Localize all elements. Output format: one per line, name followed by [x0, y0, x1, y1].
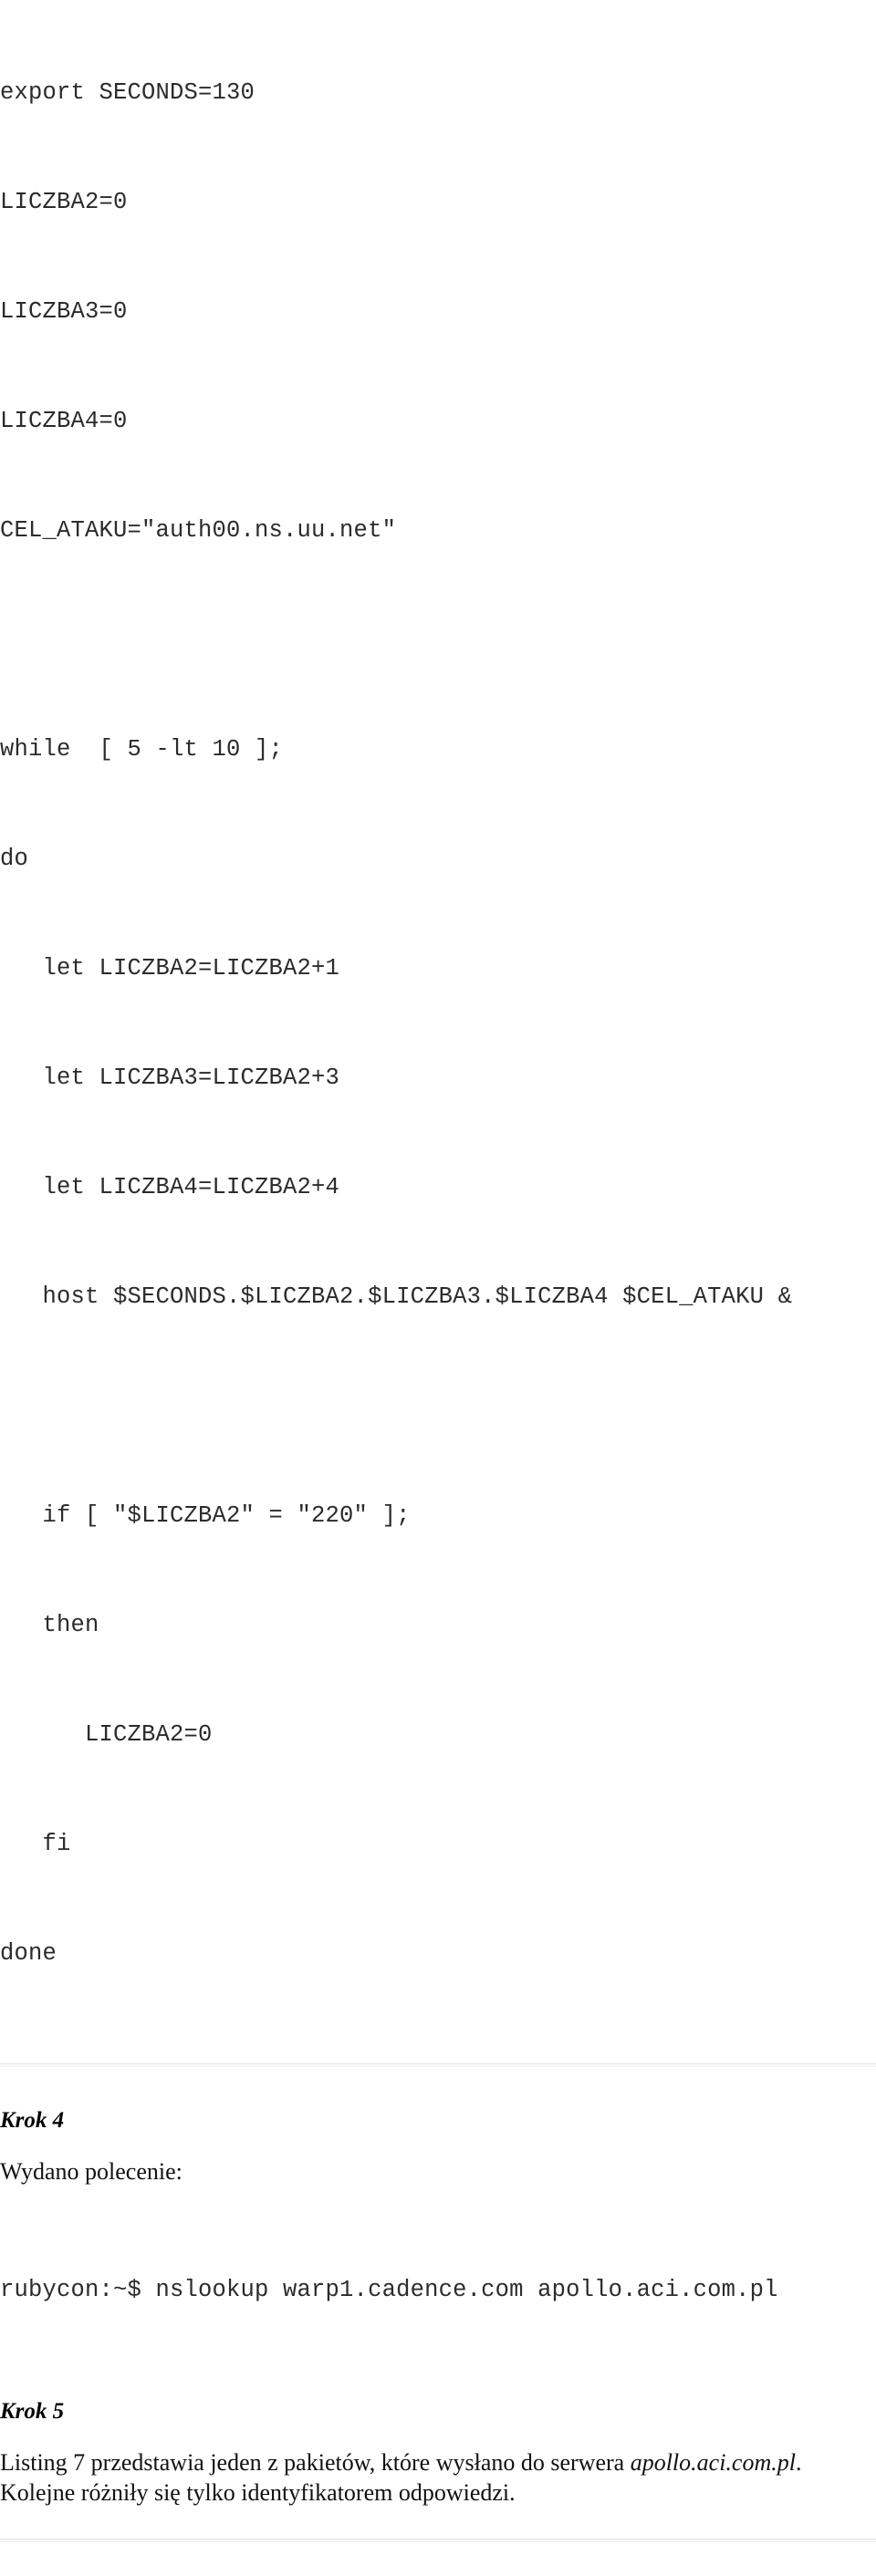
code-line: let LICZBA2=LICZBA2+1 — [0, 955, 340, 982]
code-line: let LICZBA4=LICZBA2+4 — [0, 1174, 340, 1200]
code-line: LICZBA4=0 — [0, 408, 128, 434]
nslookup-command-block: rubycon:~$ nslookup warp1.cadence.com ap… — [0, 2199, 876, 2382]
document-page: export SECONDS=130 LICZBA2=0 LICZBA3=0 L… — [0, 0, 876, 2542]
krok-5-server-name: apollo.aci.com.pl — [630, 2449, 796, 2476]
code-line: CEL_ATAKU="auth00.ns.uu.net" — [0, 517, 397, 544]
shell-script-block-1: export SECONDS=130 LICZBA2=0 LICZBA3=0 L… — [0, 0, 876, 2045]
code-line: host $SECONDS.$LICZBA2.$LICZBA3.$LICZBA4… — [0, 1283, 793, 1310]
code-line: do — [0, 846, 29, 872]
code-line: while [ 5 -lt 10 ]; — [0, 736, 284, 763]
code-line: if [ "$LICZBA2" = "220" ]; — [0, 1502, 411, 1529]
krok-5-heading: Krok 5 — [0, 2399, 65, 2424]
code-line: LICZBA2=0 — [0, 189, 128, 215]
code-line: export SECONDS=130 — [0, 79, 256, 106]
code-line: then — [0, 1612, 99, 1638]
krok-5-paragraph-part1: Listing 7 przedstawia jeden z pakietów, … — [0, 2449, 631, 2476]
krok-5-paragraph: Listing 7 przedstawia jeden z pakietów, … — [0, 2447, 876, 2508]
code-line: fi — [0, 1831, 71, 1857]
code-line: done — [0, 1940, 57, 1967]
code-line: rubycon:~$ nslookup warp1.cadence.com ap… — [0, 2277, 778, 2303]
code-line: LICZBA2=0 — [0, 1721, 213, 1748]
krok-4-heading: Krok 4 — [0, 2108, 65, 2133]
code-line: let LICZBA3=LICZBA2+3 — [0, 1065, 340, 1091]
krok-4-intro-text: Wydano polecenie: — [0, 2158, 182, 2185]
code-line: LICZBA3=0 — [0, 298, 128, 325]
